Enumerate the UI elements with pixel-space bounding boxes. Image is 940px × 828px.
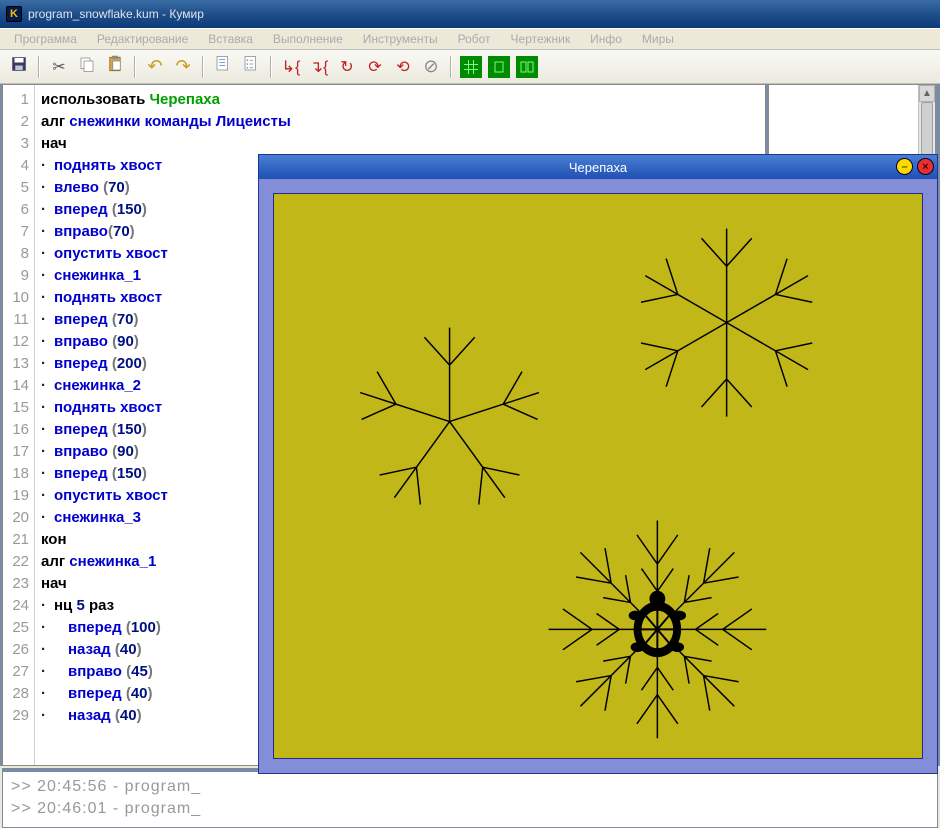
doc-list-icon [242, 55, 260, 78]
panel-button[interactable] [486, 54, 512, 80]
loop-icon: ↻ [340, 57, 353, 77]
code-line[interactable]: использовать Черепаха [41, 89, 765, 111]
code-line[interactable]: алг снежинки команды Лицеисты [41, 111, 765, 133]
line-number: 16 [3, 419, 29, 441]
console-line: >> 20:46:01 - program_ [11, 798, 929, 820]
menu-миры[interactable]: Миры [632, 30, 684, 48]
cut-button[interactable]: ✂ [46, 54, 72, 80]
line-number: 21 [3, 529, 29, 551]
menu-программа[interactable]: Программа [4, 30, 87, 48]
line-number: 26 [3, 639, 29, 661]
run-red1-button[interactable]: ↳{ [278, 54, 304, 80]
line-number: 7 [3, 221, 29, 243]
line-number: 4 [3, 155, 29, 177]
turtle-window-title: Черепаха [569, 160, 627, 175]
menu-инфо[interactable]: Инфо [580, 30, 632, 48]
line-number: 20 [3, 507, 29, 529]
line-number: 15 [3, 397, 29, 419]
split-icon [516, 56, 538, 78]
toolbar-separator [450, 56, 452, 78]
line-number: 11 [3, 309, 29, 331]
line-number: 25 [3, 617, 29, 639]
paste-button[interactable] [102, 54, 128, 80]
double-loop-icon: ⟲ [396, 57, 409, 77]
grid-button[interactable] [458, 54, 484, 80]
line-number: 24 [3, 595, 29, 617]
line-gutter: 1234567891011121314151617181920212223242… [3, 85, 35, 765]
line-number: 6 [3, 199, 29, 221]
copy-button[interactable] [74, 54, 100, 80]
undo-icon: ↶ [147, 56, 162, 77]
app-logo-icon: K [6, 6, 22, 22]
toolbar-separator [202, 56, 204, 78]
undo-button[interactable]: ↶ [142, 54, 168, 80]
toolbar: ✂ ↶ ↷ ↳{ ↴{ ↻ ⟳ ⟲ ⊘ [0, 50, 940, 84]
fast-loop-icon: ⟳ [368, 57, 381, 77]
doc1-button[interactable] [210, 54, 236, 80]
line-number: 10 [3, 287, 29, 309]
line-number: 17 [3, 441, 29, 463]
menu-bar: ПрограммаРедактированиеВставкаВыполнение… [0, 28, 940, 50]
line-number: 14 [3, 375, 29, 397]
step-into-icon: ↳{ [282, 57, 301, 77]
run-loop-button[interactable]: ↻ [334, 54, 360, 80]
line-number: 12 [3, 331, 29, 353]
minimize-button[interactable]: – [896, 158, 913, 175]
turtle-sprite-icon [629, 591, 686, 657]
menu-робот[interactable]: Робот [448, 30, 501, 48]
code-line[interactable]: нач [41, 133, 765, 155]
line-number: 29 [3, 705, 29, 727]
line-number: 23 [3, 573, 29, 595]
title-bar: K program_snowflake.kum - Кумир [0, 0, 940, 28]
menu-вставка[interactable]: Вставка [198, 30, 263, 48]
line-number: 9 [3, 265, 29, 287]
toolbar-separator [134, 56, 136, 78]
output-console[interactable]: >> 20:45:56 - program_>> 20:46:01 - prog… [2, 768, 938, 828]
menu-чертежник[interactable]: Чертежник [501, 30, 581, 48]
line-number: 22 [3, 551, 29, 573]
menu-редактирование[interactable]: Редактирование [87, 30, 198, 48]
stop-icon: ⊘ [423, 56, 438, 77]
line-number: 19 [3, 485, 29, 507]
run-double-button[interactable]: ⟲ [390, 54, 416, 80]
line-number: 27 [3, 661, 29, 683]
line-number: 2 [3, 111, 29, 133]
step-over-icon: ↴{ [310, 57, 329, 77]
line-number: 28 [3, 683, 29, 705]
redo-button[interactable]: ↷ [170, 54, 196, 80]
window-title: program_snowflake.kum - Кумир [28, 7, 204, 21]
save-button[interactable] [6, 54, 32, 80]
line-number: 5 [3, 177, 29, 199]
toolbar-separator [38, 56, 40, 78]
run-fast-button[interactable]: ⟳ [362, 54, 388, 80]
turtle-window[interactable]: Черепаха – × [258, 154, 938, 774]
redo-icon: ↷ [175, 56, 190, 77]
line-number: 18 [3, 463, 29, 485]
floppy-icon [10, 55, 28, 78]
line-number: 3 [3, 133, 29, 155]
panel-icon [488, 56, 510, 78]
scissors-icon: ✂ [52, 57, 65, 77]
line-number: 1 [3, 89, 29, 111]
menu-инструменты[interactable]: Инструменты [353, 30, 448, 48]
grid-icon [460, 56, 482, 78]
console-line: >> 20:45:56 - program_ [11, 776, 929, 798]
toolbar-separator [270, 56, 272, 78]
turtle-drawing [274, 194, 922, 758]
turtle-viewport [259, 179, 937, 773]
clipboard-icon [106, 55, 124, 78]
stop-button[interactable]: ⊘ [418, 54, 444, 80]
doc2-button[interactable] [238, 54, 264, 80]
turtle-title-bar[interactable]: Черепаха – × [259, 155, 937, 179]
line-number: 8 [3, 243, 29, 265]
run-red2-button[interactable]: ↴{ [306, 54, 332, 80]
copy-icon [78, 55, 96, 78]
menu-выполнение[interactable]: Выполнение [263, 30, 353, 48]
close-button[interactable]: × [917, 158, 934, 175]
scroll-up-icon[interactable]: ▲ [919, 85, 935, 102]
doc-lines-icon [214, 55, 232, 78]
turtle-canvas [273, 193, 923, 759]
line-number: 13 [3, 353, 29, 375]
panel2-button[interactable] [514, 54, 540, 80]
